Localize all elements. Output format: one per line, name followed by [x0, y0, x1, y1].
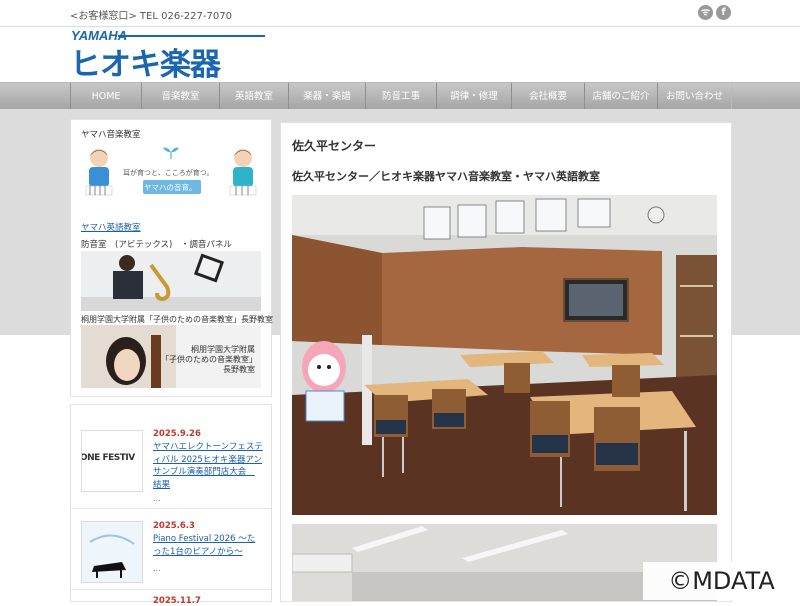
nav-contact[interactable]: お問い合わせ: [657, 83, 732, 110]
logo-rule: [118, 35, 265, 37]
facebook-icon[interactable]: f: [716, 5, 731, 20]
news-title-link[interactable]: ヤマハエレクトーンフェスティバル 2025ヒオキ楽器アンサンブル演奏部門店大会 …: [153, 441, 263, 491]
news-item[interactable]: 2025.6.3 Piano Festival 2026 ～たった1台のピアノか…: [71, 509, 271, 590]
news-list: ONE FESTIV 2025.9.26 ヤマハエレクトーンフェスティバル 20…: [70, 404, 272, 606]
music-school-title: ヤマハ音楽教室: [81, 130, 141, 140]
news-date: 2025.11.7: [153, 596, 201, 606]
toho-banner-line-3: 長野教室: [223, 365, 255, 374]
news-date: 2025.9.26: [153, 429, 201, 439]
copyright-watermark: ©MDATA: [643, 562, 800, 600]
news-more: ...: [153, 494, 161, 503]
nav-english-school[interactable]: 英語教室: [219, 83, 289, 110]
english-school-link[interactable]: ヤマハ英語教室: [81, 221, 141, 233]
news-thumbnail[interactable]: [81, 521, 143, 583]
center-interior-photo: [292, 195, 717, 515]
soundproof-title: 防音室 (アビテックス) ・調音パネル: [81, 240, 232, 250]
page-title: 佐久平センター: [292, 139, 377, 153]
toho-title: 桐朋学園大学附属「子供のための音楽教室」長野教室: [81, 315, 273, 324]
news-item[interactable]: ONE FESTIV 2025.9.26 ヤマハエレクトーンフェスティバル 20…: [71, 405, 271, 509]
toho-banner-line-1: 桐朋学園大学附属: [191, 345, 255, 354]
music-school-banner[interactable]: 耳が育つと、こころが育つ。 ヤマハの音育。: [81, 142, 261, 204]
nav-stores[interactable]: 店舗のご紹介: [584, 83, 658, 110]
site-logo[interactable]: YAMAHA ヒオキ楽器: [70, 28, 270, 83]
nav-company[interactable]: 会社概要: [511, 83, 585, 110]
nav-instruments[interactable]: 楽器・楽譜: [288, 83, 366, 110]
news-thumbnail[interactable]: ONE FESTIV: [81, 430, 143, 492]
nav-home[interactable]: HOME: [70, 83, 142, 110]
nav-soundproofing[interactable]: 防音工事: [365, 83, 437, 110]
page-subtitle: 佐久平センター／ヒオキ楽器ヤマハ音楽教室・ヤマハ英語教室: [292, 170, 600, 183]
news-item[interactable]: 2025.11.7: [71, 590, 271, 606]
rss-icon[interactable]: ᯤ: [698, 5, 713, 20]
main-nav: HOME 音楽教室 英語教室 楽器・楽譜 防音工事 調律・修理 会社概要 店舗の…: [0, 82, 800, 111]
news-date: 2025.6.3: [153, 521, 195, 531]
music-banner-text: 耳が育つと、こころが育つ。: [123, 169, 214, 177]
news-title-link[interactable]: Piano Festival 2026 ～たった1台のピアノから～: [153, 533, 263, 558]
nav-music-school[interactable]: 音楽教室: [141, 83, 220, 110]
contact-phone: <お客様窓口> TEL 026-227-7070: [70, 11, 232, 22]
toho-banner[interactable]: 桐朋学園大学附属 「子供のための音楽教室」 長野教室: [81, 325, 261, 388]
soundproof-banner[interactable]: [81, 251, 261, 311]
news-more: ...: [153, 564, 161, 573]
main-content: 佐久平センター 佐久平センター／ヒオキ楽器ヤマハ音楽教室・ヤマハ英語教室: [280, 122, 732, 602]
sidebar: ヤマハ音楽教室 耳が育つと、こころが育つ。 ヤマハの音育。 ヤマハ英語教室 防音…: [70, 119, 273, 397]
music-banner-logo: ヤマハの音育。: [144, 183, 197, 192]
top-bar: <お客様窓口> TEL 026-227-7070 ᯤ f: [0, 0, 800, 27]
thumb-text: ONE FESTIV: [81, 453, 135, 463]
nav-tuning[interactable]: 調律・修理: [436, 83, 512, 110]
store-name: ヒオキ楽器: [70, 47, 221, 83]
toho-banner-line-2: 「子供のための音楽教室」: [161, 355, 257, 364]
